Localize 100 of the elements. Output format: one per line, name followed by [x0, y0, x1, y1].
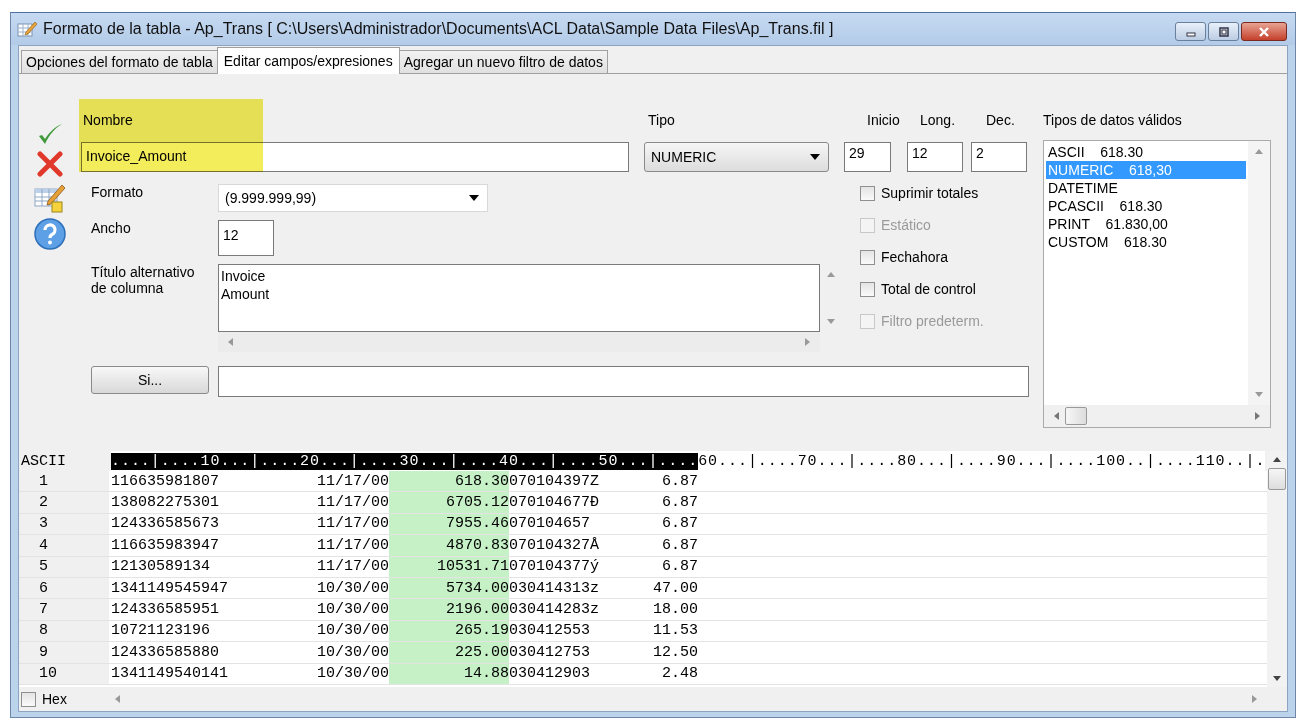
minimize-button[interactable]	[1175, 22, 1206, 41]
left-arrow-icon[interactable]	[1054, 412, 1059, 420]
scroll-thumb[interactable]	[1268, 468, 1286, 490]
table-cell-text: 10/30/00	[316, 601, 389, 619]
table-cell-text: 6.87	[661, 536, 698, 554]
restore-icon	[1217, 26, 1230, 37]
width-field[interactable]: 12	[218, 220, 274, 256]
field-label: Título alternativo de columna	[91, 264, 196, 298]
field-label: Dec.	[986, 112, 1016, 128]
left-arrow-icon[interactable]	[115, 695, 120, 703]
left-arrow-icon[interactable]	[228, 338, 233, 346]
table-cell-text: 030414283z	[509, 601, 600, 619]
type-dropdown[interactable]: NUMERIC	[644, 142, 829, 172]
tab[interactable]: Editar campos/expresiones	[216, 47, 400, 74]
alt-title-field[interactable]: Invoice Amount	[218, 264, 820, 332]
field-label: Ancho	[91, 220, 132, 238]
table-cell-text: 116635983947	[110, 536, 221, 554]
checkbox-label: Filtro predeterm.	[881, 313, 984, 329]
close-icon	[1257, 25, 1271, 38]
table-cell-text: 1341149540141	[110, 665, 230, 683]
if-button[interactable]: Si...	[91, 366, 209, 394]
table-cell-text: 030412753	[509, 643, 591, 661]
field-label: Nombre	[82, 112, 134, 128]
table-cell-text: 070104677Ð	[509, 494, 600, 512]
right-arrow-icon[interactable]	[1255, 412, 1260, 420]
caret-icon	[469, 195, 479, 201]
row-number: 9	[19, 642, 109, 663]
table-cell-text: 10/30/00	[316, 579, 389, 597]
row-number: 5	[19, 556, 109, 577]
table-cell-text: 124336585673	[110, 515, 221, 533]
up-arrow-icon[interactable]	[1273, 457, 1281, 462]
table-cell: 7955.46	[389, 513, 509, 535]
maximize-button[interactable]	[1208, 22, 1239, 41]
window-title: Formato de la tabla - Ap_Trans [ C:\Users\Administrador\Documents\ACL Data\Sample Data Files\Ap_Trans.fil ]	[43, 20, 835, 38]
list-item[interactable]: DATETIME	[1046, 179, 1246, 197]
table-cell-text: 116635981807	[110, 472, 221, 490]
table-cell: 265.19	[389, 620, 509, 642]
table-cell-text: 12.50	[652, 643, 698, 661]
table-cell-text: 11/17/00	[316, 494, 389, 512]
table-cell-text: 030412553	[509, 622, 591, 640]
table-cell-text: 6.87	[661, 558, 698, 576]
checkbox-label: Estático	[881, 217, 931, 233]
row-number: 1	[19, 471, 109, 492]
table-cell-text: 11.53	[652, 622, 698, 640]
down-arrow-icon[interactable]	[1273, 676, 1281, 681]
list-title: Tipos de datos válidos	[1043, 111, 1183, 130]
checkbox-label: Fechahora	[881, 249, 948, 265]
table-cell-text: 12130589134	[110, 558, 212, 576]
scroll-thumb[interactable]	[1065, 407, 1087, 425]
checkbox[interactable]	[860, 281, 875, 297]
table-cell-text: 6.87	[661, 494, 698, 512]
list-item[interactable]: PRINT 61.830,00	[1046, 215, 1246, 233]
row-number: 6	[19, 577, 109, 599]
column-ruler: ....|....10...|....20...|....30...|....40...|....50...|....60...|....70...|....80...|....90...|....100..|....110..|.	[111, 451, 1266, 471]
table-cell: 225.00	[389, 642, 509, 663]
start-field[interactable]: 29	[844, 142, 891, 172]
table-cell-text: 030414313z	[509, 579, 600, 597]
table-cell-text: 11/17/00	[316, 558, 389, 576]
table-cell: 4870.83	[389, 535, 509, 556]
table-cell-text: 124336585951	[110, 601, 221, 619]
checkbox[interactable]	[860, 249, 875, 265]
right-arrow-icon[interactable]	[1252, 695, 1257, 703]
table-cell-text: 124336585880	[110, 643, 221, 661]
table-cell: 5734.00	[389, 577, 509, 599]
help-icon[interactable]	[33, 217, 67, 251]
table-cell: 10531.71	[389, 556, 509, 577]
list-item[interactable]: ASCII 618.30	[1046, 143, 1246, 161]
table-cell-text: 10/30/00	[316, 643, 389, 661]
table-cell-text: 070104397Z	[509, 472, 600, 490]
row-number: 7	[19, 599, 109, 620]
condition-field[interactable]	[218, 366, 1029, 397]
checkbox[interactable]	[860, 185, 875, 201]
table-cell: 14.88	[389, 663, 509, 684]
horizontal-scrollbar[interactable]	[1044, 405, 1270, 427]
field-label: Long.	[920, 112, 957, 128]
list-item[interactable]: PCASCII 618.30	[1046, 197, 1246, 215]
row-number: 3	[19, 513, 109, 535]
horizontal-scrollbar[interactable]	[218, 332, 820, 352]
table-cell-text: 47.00	[652, 579, 698, 597]
table-cell-text: 11/17/00	[316, 515, 389, 533]
close-icon[interactable]	[37, 151, 63, 177]
format-dropdown[interactable]: (9.999.999,99)	[218, 184, 488, 212]
table-cell-text: 070104377ý	[509, 558, 600, 576]
close-button[interactable]	[1241, 22, 1287, 41]
list-item[interactable]: CUSTOM 618.30	[1046, 233, 1246, 251]
checkbox-label: Suprimir totales	[881, 185, 979, 201]
table-cell-text: 2.48	[661, 665, 698, 683]
length-field[interactable]: 12	[907, 142, 963, 172]
checkbox[interactable]	[21, 691, 36, 707]
caret-icon	[810, 154, 820, 160]
row-number: 4	[19, 535, 109, 556]
table-cell: 618.30	[389, 471, 509, 492]
tab[interactable]: Agregar un nuevo filtro de datos	[398, 50, 608, 73]
table-cell: 2196.00	[389, 599, 509, 620]
checkbox-label: Total de control	[881, 281, 976, 297]
table-cell-text: 10/30/00	[316, 622, 389, 640]
table-cell-text: 070104657	[509, 515, 591, 533]
right-arrow-icon[interactable]	[805, 338, 810, 346]
tab[interactable]: Opciones del formato de tabla	[21, 50, 218, 73]
decimals-field[interactable]: 2	[971, 142, 1027, 172]
